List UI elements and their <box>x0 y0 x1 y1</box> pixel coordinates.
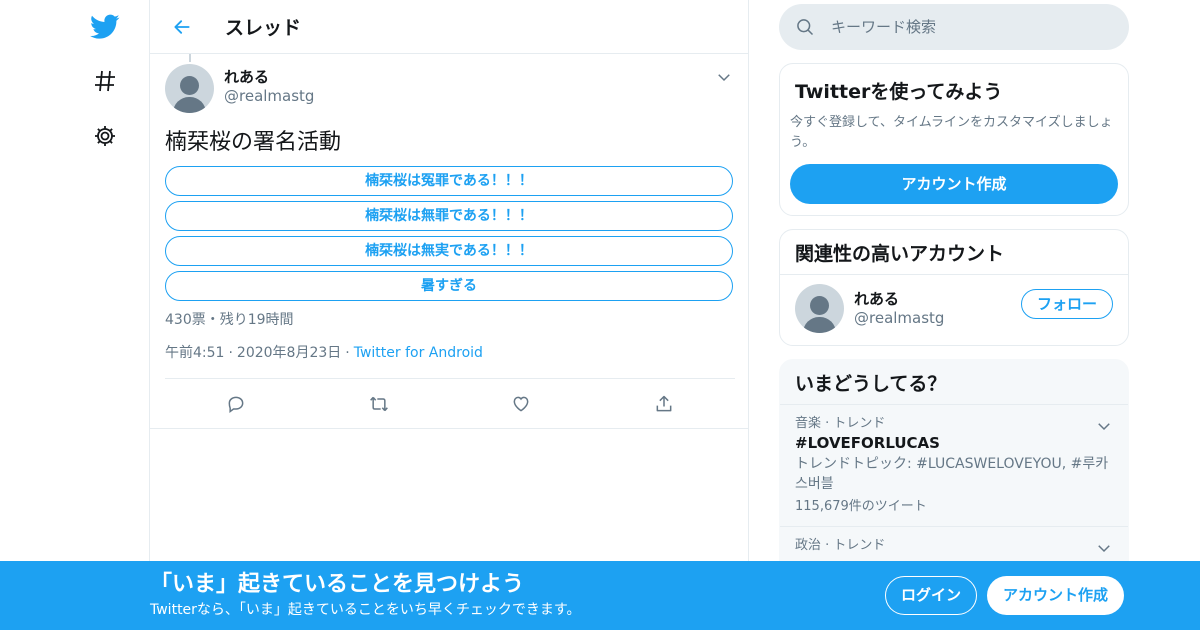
trend-description: トレンドトピック: #LUCASWELOVEYOU, #루카스버블 <box>795 456 1109 492</box>
poll-option[interactable]: 暑すぎる <box>165 271 733 301</box>
signup-banner: 「いま」起きていることを見つけよう Twitterなら、「いま」起きていることを… <box>0 561 1200 630</box>
separator: · <box>345 345 350 361</box>
signup-card-text: 今すぐ登録して、タイムラインをカスタマイズしましょう。 <box>790 115 1113 150</box>
thread-line <box>189 54 191 62</box>
tweet-actions <box>150 378 748 429</box>
login-button[interactable]: ログイン <box>885 576 977 615</box>
poll: 楠栞桜は冤罪である！！！ 楠栞桜は無罪である！！！ 楠栞桜は無実である！！！ 暑… <box>165 166 733 301</box>
page-title: スレッド <box>225 17 302 39</box>
trend-context: 政治 · トレンド <box>795 538 886 553</box>
sidebar-right: Twitterを使ってみよう 今すぐ登録して、タイムラインをカスタマイズしましょ… <box>779 0 1129 589</box>
left-nav <box>60 0 150 630</box>
related-account-row[interactable]: れある @realmastg フォロー <box>780 275 1128 342</box>
back-arrow-icon[interactable] <box>166 11 198 43</box>
display-name[interactable]: れある <box>224 68 314 86</box>
trend-count: 115,679件のツイート <box>795 499 927 514</box>
related-card-title: 関連性の高いアカウント <box>780 230 1128 275</box>
tweet-author: れある @realmastg <box>165 64 733 113</box>
search-bar[interactable] <box>779 4 1129 50</box>
display-name[interactable]: れある <box>854 290 944 308</box>
page: スレッド れある @realmastg 楠栞桜の署名活動 楠栞桜は冤罪である！！… <box>0 0 1200 630</box>
like-icon[interactable] <box>509 392 533 416</box>
signup-card-title: Twitterを使ってみよう <box>795 81 1003 103</box>
banner-subtitle: Twitterなら、「いま」起きていることをいち早くチェックできます。 <box>150 602 581 618</box>
signup-button[interactable]: アカウント作成 <box>987 576 1124 615</box>
thread-column: スレッド れある @realmastg 楠栞桜の署名活動 楠栞桜は冤罪である！！… <box>149 0 749 630</box>
share-icon[interactable] <box>652 392 676 416</box>
search-icon <box>795 17 815 37</box>
related-accounts-card: 関連性の高いアカウント れある @realmastg フォロー <box>779 229 1129 346</box>
tweet-date[interactable]: 2020年8月23日 <box>237 345 341 361</box>
create-account-button[interactable]: アカウント作成 <box>790 164 1118 204</box>
trend-item[interactable]: 音楽 · トレンド #LOVEFORLUCAS トレンドトピック: #LUCAS… <box>780 405 1128 527</box>
trends-card-title: いまどうしてる？ <box>780 360 1128 405</box>
tweet-source-link[interactable]: Twitter for Android <box>354 345 483 361</box>
search-input[interactable] <box>831 18 1091 36</box>
trend-context: 音楽 · トレンド <box>795 416 886 431</box>
tweet-time[interactable]: 午前4:51 <box>165 345 224 361</box>
user-handle[interactable]: @realmastg <box>854 308 944 328</box>
poll-option[interactable]: 楠栞桜は無実である！！！ <box>165 236 733 266</box>
tweet-text: 楠栞桜の署名活動 <box>165 130 342 155</box>
thread-header: スレッド <box>150 0 748 54</box>
chevron-down-icon[interactable] <box>715 68 733 86</box>
avatar[interactable] <box>795 284 844 333</box>
poll-option[interactable]: 楠栞桜は冤罪である！！！ <box>165 166 733 196</box>
banner-title: 「いま」起きていることを見つけよう <box>150 572 525 597</box>
retweet-icon[interactable] <box>367 392 391 416</box>
gear-icon[interactable] <box>88 119 122 153</box>
follow-button[interactable]: フォロー <box>1021 289 1113 319</box>
tweet-timestamp: 午前4:51 · 2020年8月23日 · Twitter for Android <box>165 343 733 363</box>
separator: · <box>228 345 233 361</box>
signup-card: Twitterを使ってみよう 今すぐ登録して、タイムラインをカスタマイズしましょ… <box>779 63 1129 216</box>
trends-card: いまどうしてる？ 音楽 · トレンド #LOVEFORLUCAS トレンドトピッ… <box>779 359 1129 589</box>
chevron-down-icon[interactable] <box>1095 539 1113 557</box>
hashtag-icon[interactable] <box>88 64 122 98</box>
user-handle[interactable]: @realmastg <box>224 86 314 106</box>
tweet: れある @realmastg 楠栞桜の署名活動 楠栞桜は冤罪である！！！ 楠栞桜… <box>150 54 748 429</box>
reply-icon[interactable] <box>224 392 248 416</box>
poll-option[interactable]: 楠栞桜は無罪である！！！ <box>165 201 733 231</box>
avatar[interactable] <box>165 64 214 113</box>
chevron-down-icon[interactable] <box>1095 417 1113 435</box>
trend-name[interactable]: #LOVEFORLUCAS <box>795 433 1113 453</box>
poll-meta: 430票・残り19時間 <box>165 312 294 328</box>
twitter-bird-icon[interactable] <box>88 10 122 44</box>
